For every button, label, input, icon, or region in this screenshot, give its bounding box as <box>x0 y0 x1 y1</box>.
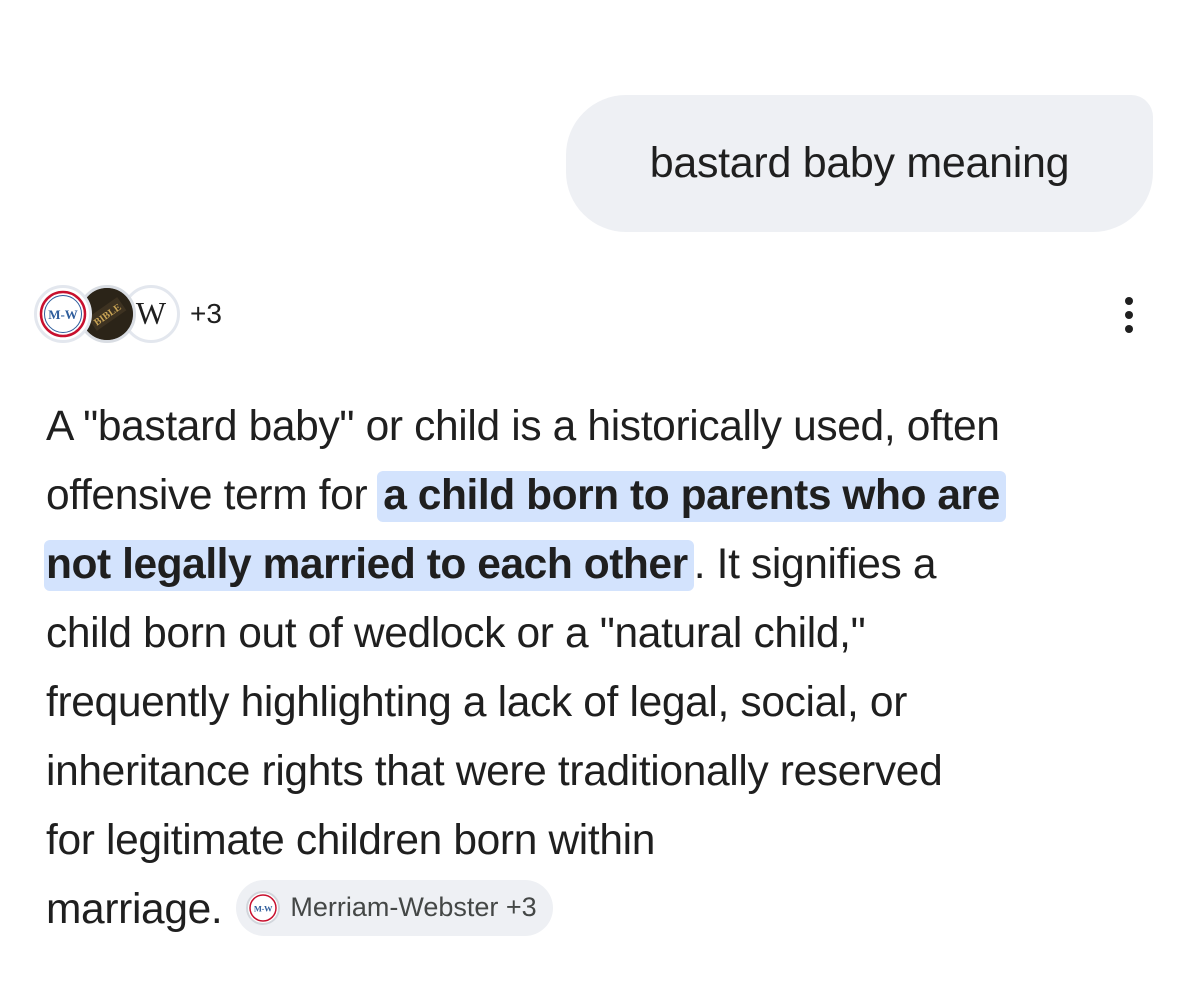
mw-logo-text: M-W <box>48 307 78 322</box>
citation-chip[interactable]: M-W Merriam-Webster +3 <box>236 879 553 936</box>
dot <box>1125 297 1133 305</box>
more-sources-count[interactable]: +3 <box>190 298 222 330</box>
answer-line: offensive term for a child born to parent… <box>46 461 1156 530</box>
highlighted-definition-continued: not legally married to each other <box>44 540 694 591</box>
sources-row[interactable]: M-W BIBLE W +3 <box>34 283 222 345</box>
highlighted-definition: a child born to parents who are <box>377 471 1006 522</box>
user-query-bubble: bastard baby meaning <box>566 95 1153 232</box>
dot <box>1125 311 1133 319</box>
answer-text-fragment: . It signifies a <box>693 541 937 588</box>
wiki-logo-text: W <box>136 295 167 331</box>
merriam-webster-logo-icon[interactable]: M-W <box>34 285 92 343</box>
answer-line: frequently highlighting a lack of legal,… <box>46 679 907 726</box>
answer-line: for legitimate children born within <box>46 817 656 864</box>
answer-line: child born out of wedlock or a "natural … <box>46 610 866 657</box>
answer-line: inheritance rights that were traditional… <box>46 748 943 795</box>
user-query-text: bastard baby meaning <box>649 139 1070 187</box>
answer-line: marriage. M-W Merriam-Webster +3 <box>46 875 1156 944</box>
answer-line: not legally married to each other. It si… <box>44 530 1156 599</box>
citation-chip-label: Merriam-Webster +3 <box>290 892 537 923</box>
more-options-icon[interactable] <box>1114 290 1144 340</box>
merriam-webster-logo-icon: M-W <box>246 890 281 925</box>
answer-line: A "bastard baby" or child is a historica… <box>46 403 1000 450</box>
answer-text-fragment: offensive term for <box>46 472 368 519</box>
dot <box>1125 325 1133 333</box>
ai-answer-text: A "bastard baby" or child is a historica… <box>44 392 1156 944</box>
chip-logo-text: M-W <box>254 903 273 913</box>
answer-text-fragment: marriage. <box>46 886 223 933</box>
